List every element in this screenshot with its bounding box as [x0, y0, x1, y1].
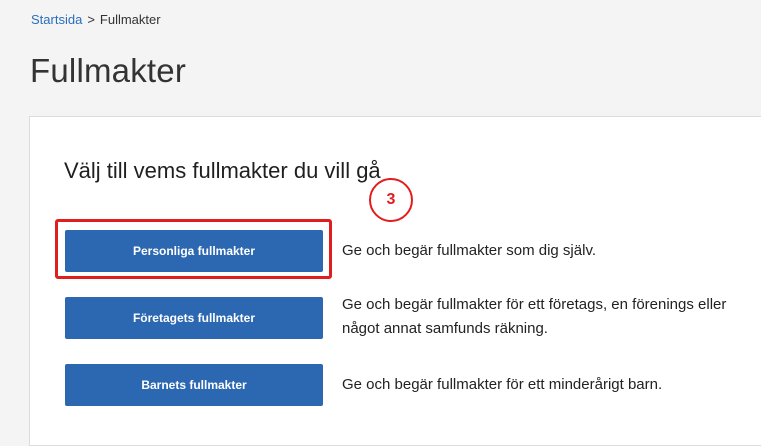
child-authorizations-description: Ge och begär fullmakter för ett minderår… [342, 376, 663, 393]
card-heading: Välj till vems fullmakter du vill gå [64, 158, 381, 183]
child-authorizations-button[interactable]: Barnets fullmakter [65, 364, 323, 406]
breadcrumb-current: Fullmakter [99, 12, 161, 27]
breadcrumb-separator: > [87, 12, 95, 27]
personal-authorizations-button[interactable]: Personliga fullmakter [65, 230, 323, 272]
step-number-badge: 3 [369, 178, 413, 222]
company-authorizations-description: Ge och begär fullmakter för ett företags… [342, 296, 727, 337]
breadcrumb: Startsida > Fullmakter [31, 12, 161, 27]
breadcrumb-home-link[interactable]: Startsida [31, 12, 82, 27]
page-title: Fullmakter [30, 52, 187, 89]
company-authorizations-button[interactable]: Företagets fullmakter [65, 297, 323, 339]
personal-authorizations-description: Ge och begär fullmakter som dig själv. [342, 242, 596, 259]
